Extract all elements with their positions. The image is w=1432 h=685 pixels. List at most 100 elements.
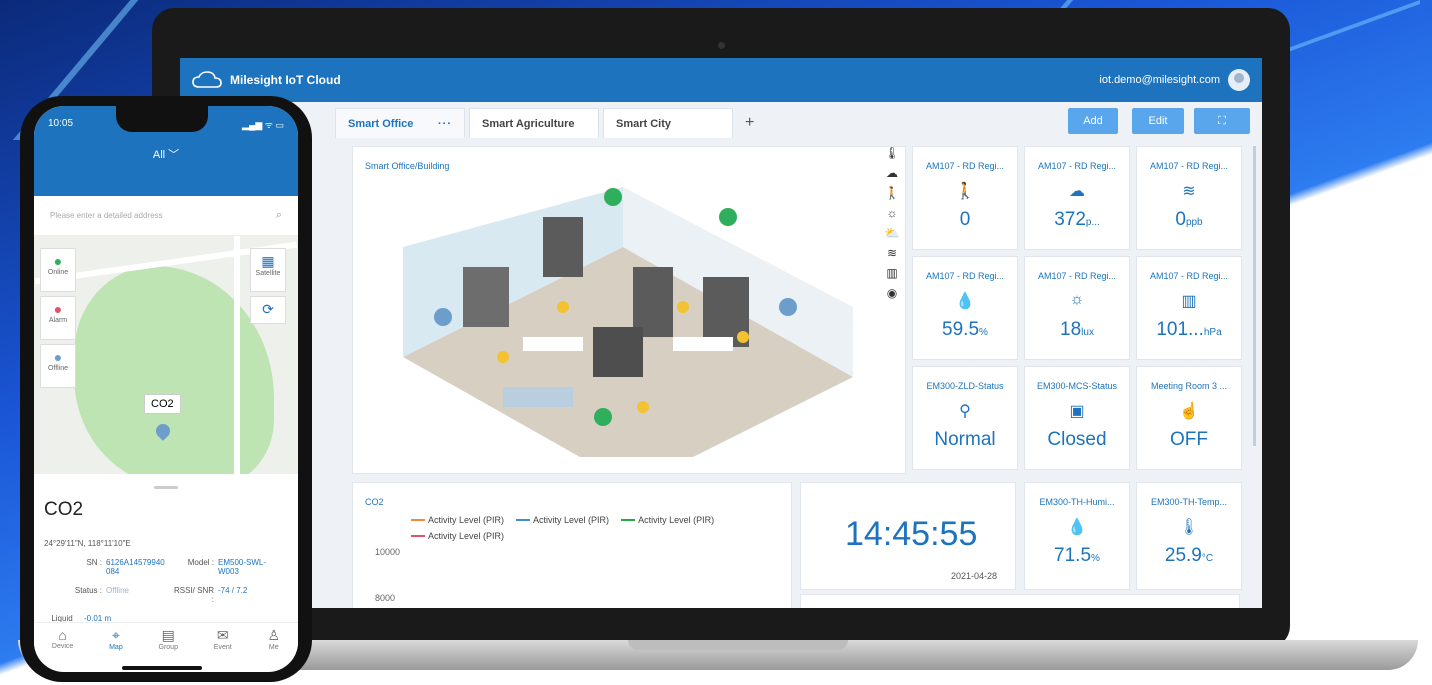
satellite-icon: ▦ [261,253,275,269]
user-icon: ♙ [267,627,281,643]
device-callout[interactable]: CO2 [144,394,181,414]
device-title: CO2 [44,499,84,520]
sensor-tile[interactable]: Meeting Room 3 ... ☝ OFF [1136,366,1242,470]
fullscreen-button[interactable]: ⛶ [1194,108,1250,134]
tile-name: AM107 - RD Regi... [925,161,1005,171]
online-filter-button[interactable]: ● Online [40,248,76,292]
sensor-tile[interactable]: EM300-ZLD-Status ⚲ Normal [912,366,1018,470]
co2-icon: ☁ [1069,183,1085,200]
clock-panel: 14:45:55 2021-04-28 [800,482,1016,590]
alarm-filter-button[interactable]: ● Alarm [40,296,76,340]
address-search[interactable]: Please enter a detailed address ⌕ [34,196,298,236]
legend-item[interactable]: Activity Level (PIR) [516,515,609,525]
tab-label: Smart City [616,117,672,130]
offline-filter-button[interactable]: ● Offline [40,344,76,388]
tile-value: 25.9°C [1164,545,1214,566]
clock-time: 14:45:55 [845,515,978,553]
nav-map[interactable]: ⌖ Map [109,627,123,662]
sensor-tile[interactable]: AM107 - RD Regi... ☼ 18lux [1024,256,1130,360]
activity-icon[interactable]: 🚶 [885,186,900,200]
mail-icon: ✉ [216,627,229,643]
nav-device[interactable]: ⌂ Device [52,627,73,662]
phone-time: 10:05 [48,118,74,129]
dashboard-tabs: Smart Office ··· Smart Agriculture Smart… [180,102,1262,138]
leak-icon: ⚲ [959,403,971,420]
tvoc-icon[interactable]: ≋ [887,246,897,260]
activity-icon: 🚶 [955,183,975,200]
bottom-nav: ⌂ Device ⌖ Map ▤ Group ✉ Event ♙ Me [34,622,298,662]
tab-smart-city[interactable]: Smart City [603,108,733,138]
sensor-tile[interactable]: AM107 - RD Regi... 💧 59.5% [912,256,1018,360]
tile-value: 372p... [1054,209,1100,230]
home-indicator [122,666,202,670]
tab-smart-office[interactable]: Smart Office ··· [335,108,465,138]
sensor-tile[interactable]: EM300-MCS-Status ▣ Closed [1024,366,1130,470]
tile-name: Meeting Room 3 ... [1150,381,1228,391]
search-input[interactable]: Please enter a detailed address [50,211,163,220]
sensor-tile[interactable]: AM107 - RD Regi... ▥ 101...hPa [1136,256,1242,360]
sensor-tile[interactable]: AM107 - RD Regi... 🚶 0 [912,146,1018,250]
tab-label: Smart Office [348,117,414,130]
nav-group[interactable]: ▤ Group [159,627,178,662]
sensor-tile[interactable]: EM300-TH-Temp... 🌡 25.9°C [1136,482,1242,590]
cloud-icon[interactable]: ⛅ [885,226,900,240]
device-info-row: Status : Offline RSSI/ SNR : -74 / 7.2 [74,586,248,604]
map-view[interactable]: ● Online ● Alarm ● Offline ▦ Satellite ⟳… [34,236,298,474]
park-area [74,266,274,474]
satellite-button[interactable]: ▦ Satellite [250,248,286,292]
pressure-icon[interactable]: ▥ [886,266,897,280]
location-icon[interactable]: ◉ [887,286,897,300]
sensor-tile[interactable]: EM300-TH-Humi... 💧 71.5% [1024,482,1130,590]
thermometer-icon: 🌡 [1178,519,1200,536]
thermometer-icon[interactable]: 🌡 [884,146,899,160]
light-icon[interactable]: ☼ [887,206,898,220]
office-floorplan-illustration [403,187,853,457]
user-email[interactable]: iot.demo@milesight.com [1099,74,1220,86]
group-icon: ▤ [161,627,175,643]
device-icon: ⌂ [58,627,67,643]
device-filter-dropdown[interactable]: All ﹀ [34,146,298,162]
legend-item[interactable]: Activity Level (PIR) [621,515,714,525]
scrollbar[interactable] [1253,146,1256,446]
tile-value: 59.5% [942,319,988,340]
sheet-handle[interactable] [154,486,178,489]
tile-name: AM107 - RD Regi... [1149,271,1229,281]
sensor-type-icons: 🌡 ☁ 🚶 ☼ ⛅ ≋ ▥ ◉ [880,146,904,300]
sensor-tile[interactable]: AM107 - RD Regi... ☁ 372p... [1024,146,1130,250]
more-icon[interactable]: ··· [438,118,452,130]
avatar[interactable] [1228,69,1250,91]
alarm-pin-icon: ● [53,301,63,317]
phone-notch [116,106,208,132]
tvoc-icon: ≋ [1182,183,1196,200]
pressure-icon: ▥ [1181,293,1197,310]
legend-item[interactable]: Activity Level (PIR) [411,531,504,541]
tile-value: 101...hPa [1156,319,1222,340]
fullscreen-icon: ⛶ [1218,114,1226,127]
co2-icon[interactable]: ☁ [886,166,898,180]
search-icon[interactable]: ⌕ [276,209,282,222]
online-pin-icon: ● [53,253,63,269]
add-button[interactable]: Add [1068,108,1118,134]
tab-label: Smart Agriculture [482,117,575,130]
bottom-panel [800,594,1240,608]
device-info-row: SN :6126A14579940 084 Model : EM500-SWL-W… [86,558,267,576]
tile-value: 0 [959,209,971,230]
tile-name: EM300-MCS-Status [1036,381,1118,391]
legend-item[interactable]: Activity Level (PIR) [411,515,504,525]
refresh-button[interactable]: ⟳ [250,296,286,324]
tab-smart-agriculture[interactable]: Smart Agriculture [469,108,599,138]
nav-event[interactable]: ✉ Event [214,627,232,662]
brand-name[interactable]: Milesight IoT Cloud [230,73,341,87]
phone-status-icons: ▂▄▆ ᯤ ▭ [242,120,284,130]
edit-button[interactable]: Edit [1132,108,1184,134]
tile-name: AM107 - RD Regi... [1037,271,1117,281]
chart-legend: Activity Level (PIR) [411,531,504,541]
tile-name: EM300-ZLD-Status [926,381,1004,391]
tile-name: EM300-TH-Temp... [1150,497,1228,507]
add-tab-button[interactable]: + [745,114,754,132]
tile-value: 18lux [1060,319,1094,340]
nav-me[interactable]: ♙ Me [267,627,280,662]
tile-value: 71.5% [1054,545,1100,566]
light-icon: ☼ [1069,291,1085,308]
sensor-tile[interactable]: AM107 - RD Regi... ≋ 0ppb [1136,146,1242,250]
